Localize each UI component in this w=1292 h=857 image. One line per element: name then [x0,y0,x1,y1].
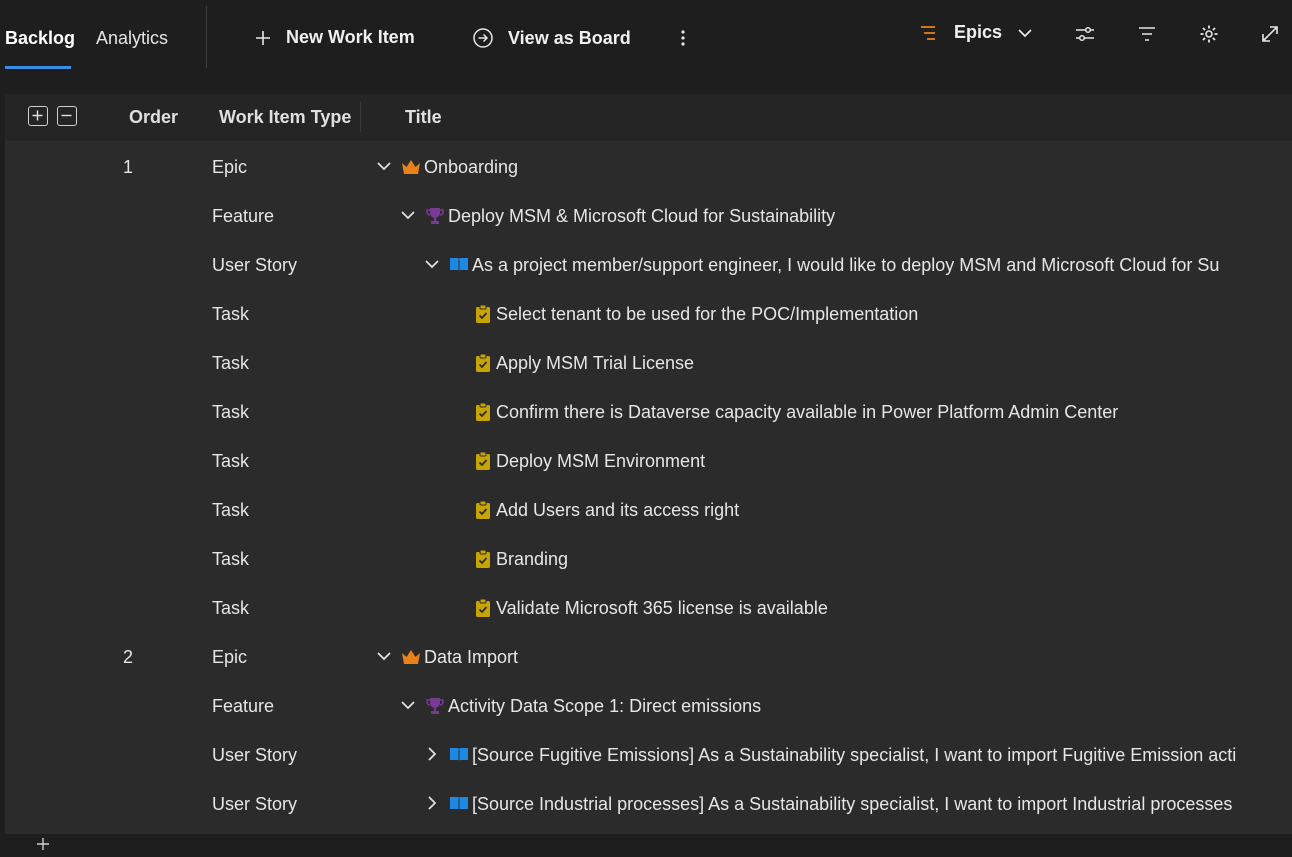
collapse-all-button[interactable] [57,106,77,126]
table-row[interactable]: Task Deploy MSM Environment [5,436,1292,485]
active-tab-indicator [5,66,71,69]
table-row[interactable]: Task Branding [5,534,1292,583]
row-title[interactable]: [Source Industrial processes] As a Susta… [472,794,1232,815]
table-row[interactable]: Feature Deploy MSM & Microsoft Cloud for … [5,191,1292,240]
view-options-icon[interactable] [1073,22,1097,46]
backlog-level-label: Epics [954,22,1003,42]
chevron-down-icon[interactable] [399,696,417,714]
chevron-right-icon[interactable] [423,794,441,812]
clipboard-check-icon [472,401,494,423]
row-order: 1 [123,157,134,177]
row-work-item-type: Task [212,353,250,373]
view-as-board-button[interactable]: View as Board [472,27,631,49]
arrow-circle-right-icon [472,27,494,49]
row-title[interactable]: Activity Data Scope 1: Direct emissions [448,696,761,717]
toolbar-divider [206,6,207,68]
row-order: 2 [123,647,134,667]
row-work-item-type: User Story [212,255,298,275]
backlog-level-icon [918,23,938,43]
row-work-item-type: Task [212,304,250,324]
row-title[interactable]: Deploy MSM & Microsoft Cloud for Sustain… [448,206,835,227]
row-work-item-type: Epic [212,157,248,177]
filter-icon[interactable] [1135,22,1159,46]
row-title[interactable]: Add Users and its access right [496,500,739,521]
table-row[interactable]: 2 Epic Data Import [5,632,1292,681]
more-actions-icon[interactable] [676,28,690,48]
row-title[interactable]: Branding [496,549,568,570]
row-work-item-type: Epic [212,647,248,667]
clipboard-check-icon [472,303,494,325]
view-as-board-label: View as Board [508,27,631,48]
row-work-item-type: Task [212,402,250,422]
trophy-icon [424,205,446,227]
table-row[interactable]: Task Confirm there is Dataverse capacity … [5,387,1292,436]
clipboard-check-icon [472,352,494,374]
clipboard-check-icon [472,450,494,472]
row-title[interactable]: Validate Microsoft 365 license is availa… [496,598,828,619]
clipboard-check-icon [472,499,494,521]
tab-backlog[interactable]: Backlog [5,28,75,49]
row-work-item-type: Feature [212,696,275,716]
book-icon [448,254,470,276]
row-title[interactable]: As a project member/support engineer, I … [472,255,1219,276]
toolbar: Backlog Analytics New Work Item View as … [0,0,1292,90]
tab-analytics[interactable]: Analytics [96,28,168,49]
chevron-down-icon[interactable] [375,157,393,175]
new-work-item-button[interactable]: New Work Item [254,27,415,48]
table-row[interactable]: Task Apply MSM Trial License [5,338,1292,387]
table-row[interactable]: Task Validate Microsoft 365 license is av… [5,583,1292,632]
crown-icon [400,156,422,178]
table-row[interactable]: 1 Epic Onboarding [5,142,1292,191]
expand-all-button[interactable] [28,106,48,126]
trophy-icon [424,695,446,717]
row-title[interactable]: Select tenant to be used for the POC/Imp… [496,304,918,325]
chevron-right-icon[interactable] [423,745,441,763]
row-title[interactable]: Apply MSM Trial License [496,353,694,374]
row-work-item-type: Task [212,598,250,618]
row-work-item-type: User Story [212,745,298,765]
table-row[interactable]: Task Select tenant to be used for the POC… [5,289,1292,338]
clipboard-check-icon [472,597,494,619]
row-title[interactable]: Data Import [424,647,518,668]
crown-icon [400,646,422,668]
column-header-title[interactable]: Title [405,107,442,128]
chevron-down-icon[interactable] [423,255,441,273]
row-title[interactable]: Onboarding [424,157,518,178]
row-title[interactable]: [Source Fugitive Emissions] As a Sustain… [472,745,1236,766]
add-child-plus-icon[interactable] [35,836,51,852]
book-icon [448,793,470,815]
table-row[interactable]: Feature Activity Data Scope 1: Direct emi… [5,681,1292,730]
table-row[interactable]: User Story As a project member/support en… [5,240,1292,289]
gear-icon[interactable] [1197,22,1221,46]
minus-icon [61,114,72,117]
new-work-item-label: New Work Item [286,27,415,47]
column-resize-handle[interactable] [360,102,361,132]
row-work-item-type: Task [212,500,250,520]
backlog-level-selector[interactable]: Epics [918,22,1034,43]
book-icon [448,744,470,766]
table-row[interactable]: User Story [Source Fugitive Emissions] As… [5,730,1292,779]
clipboard-check-icon [472,548,494,570]
row-work-item-type: Task [212,451,250,471]
row-work-item-type: User Story [212,794,298,814]
column-header-work-item-type[interactable]: Work Item Type [219,107,351,128]
row-title[interactable]: Confirm there is Dataverse capacity avai… [496,402,1118,423]
chevron-down-icon [1016,24,1034,42]
table-row[interactable]: User Story [Source Industrial processes] … [5,779,1292,828]
row-work-item-type: Task [212,549,250,569]
row-title[interactable]: Deploy MSM Environment [496,451,705,472]
grid-header: Order Work Item Type Title [5,94,1292,142]
row-work-item-type: Feature [212,206,275,226]
chevron-down-icon[interactable] [375,647,393,665]
expand-fullscreen-icon[interactable] [1258,22,1282,46]
chevron-down-icon[interactable] [399,206,417,224]
plus-icon [32,110,43,121]
backlog-grid: 1 Epic Onboarding Feature Deploy MSM & Micro… [5,142,1292,850]
column-header-order[interactable]: Order [129,107,178,128]
plus-icon [254,29,272,47]
table-row[interactable]: Task Add Users and its access right [5,485,1292,534]
